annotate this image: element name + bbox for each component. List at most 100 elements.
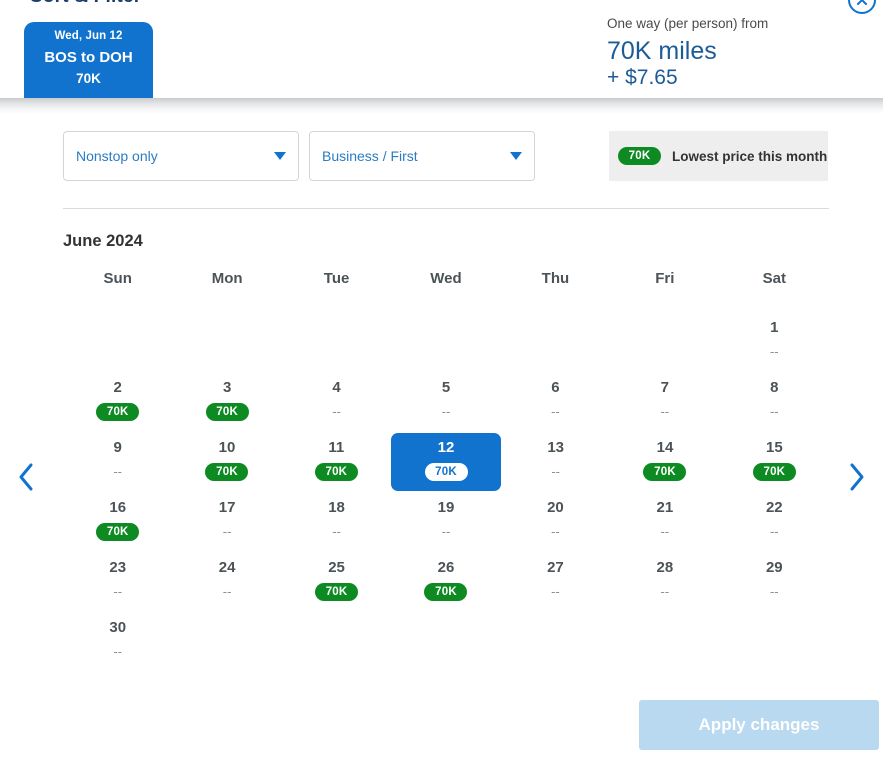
calendar-day-no-price: -- bbox=[113, 644, 123, 659]
calendar-day-number: 21 bbox=[656, 499, 674, 516]
calendar-day-number: 8 bbox=[770, 379, 779, 396]
calendar-day-cell[interactable]: 30 -- bbox=[63, 613, 172, 673]
calendar-day-number: 29 bbox=[765, 559, 783, 576]
calendar-weekday: Wed bbox=[430, 270, 462, 287]
price-summary: One way (per person) from 70K miles + $7… bbox=[607, 16, 768, 90]
calendar-week-row: 1 -- bbox=[63, 313, 829, 373]
flight-tab-price: 70K bbox=[76, 71, 101, 86]
calendar-day-no-price: -- bbox=[660, 524, 670, 539]
filter-divider bbox=[63, 208, 829, 209]
calendar-day-cell[interactable]: 5 -- bbox=[391, 373, 500, 433]
calendar-day-cell[interactable]: 8 -- bbox=[720, 373, 829, 433]
calendar-day-cell[interactable]: 29 -- bbox=[720, 553, 829, 613]
calendar-day-cell[interactable]: 27 -- bbox=[501, 553, 610, 613]
calendar-day-cell[interactable]: 26 70K bbox=[391, 553, 500, 613]
calendar-day-number: 27 bbox=[547, 559, 564, 576]
close-circle-icon bbox=[855, 0, 869, 7]
calendar-week-row: 16 70K 17 -- 18 -- 19 -- 20 -- 21 -- 22 -- bbox=[63, 493, 829, 553]
calendar-day-cell[interactable]: 28 -- bbox=[610, 553, 719, 613]
calendar-day-cell[interactable]: 17 -- bbox=[172, 493, 281, 553]
calendar-day-cell[interactable]: 11 70K bbox=[282, 433, 391, 493]
calendar-day-cell[interactable]: 13 -- bbox=[501, 433, 610, 493]
apply-changes-button[interactable]: Apply changes bbox=[639, 700, 879, 750]
calendar-day-number: 20 bbox=[547, 499, 564, 516]
price-cash: + $7.65 bbox=[607, 66, 678, 89]
calendar-day-cell[interactable]: 10 70K bbox=[172, 433, 281, 493]
price-miles: 70K miles bbox=[607, 37, 717, 65]
calendar-day-number: 9 bbox=[113, 439, 122, 456]
calendar-day-number: 18 bbox=[328, 499, 345, 516]
stops-filter-label: Nonstop only bbox=[76, 148, 158, 164]
calendar-day-cell[interactable]: 15 70K bbox=[720, 433, 829, 493]
calendar-day-number: 14 bbox=[656, 439, 674, 456]
stops-filter-dropdown[interactable]: Nonstop only bbox=[63, 131, 299, 181]
header-shadow bbox=[0, 98, 883, 114]
calendar-week-row: 2 70K 3 70K 4 -- 5 -- 6 -- 7 -- 8 -- bbox=[63, 373, 829, 433]
calendar-day-cell[interactable]: 22 -- bbox=[720, 493, 829, 553]
calendar-day-cell[interactable]: 20 -- bbox=[501, 493, 610, 553]
calendar-day-number: 11 bbox=[328, 439, 345, 456]
calendar-day-price-badge: 70K bbox=[315, 583, 359, 601]
calendar-day-cell[interactable]: 3 70K bbox=[172, 373, 281, 433]
calendar-day-number: 15 bbox=[765, 439, 783, 456]
calendar-day-no-price: -- bbox=[222, 524, 232, 539]
calendar-day-number: 3 bbox=[222, 379, 232, 396]
calendar-day-no-price: -- bbox=[332, 524, 341, 539]
award-calendar-dialog: Sort & Filter Wed, Jun 12 BOS to DOH 70K… bbox=[0, 0, 883, 762]
calendar-day-no-price: -- bbox=[551, 404, 560, 419]
calendar-day-cell[interactable]: 6 -- bbox=[501, 373, 610, 433]
calendar-day-number: 30 bbox=[109, 619, 127, 636]
calendar-day-number: 2 bbox=[113, 379, 122, 396]
flight-tab-route: BOS to DOH bbox=[44, 49, 133, 66]
calendar-day-cell[interactable]: 14 70K bbox=[610, 433, 719, 493]
calendar-day-no-price: -- bbox=[660, 404, 670, 419]
calendar-day-no-price: -- bbox=[332, 404, 341, 419]
calendar-weekday: Mon bbox=[211, 270, 243, 287]
calendar-weekday: Tue bbox=[323, 270, 350, 287]
calendar-day-number: 16 bbox=[109, 499, 127, 516]
calendar-day-cell[interactable]: 2 70K bbox=[63, 373, 172, 433]
calendar-day-cell[interactable]: 12 70K bbox=[391, 433, 501, 491]
calendar-day-price-badge: 70K bbox=[643, 463, 687, 481]
calendar-day-cell[interactable]: 18 -- bbox=[282, 493, 391, 553]
close-button[interactable] bbox=[848, 0, 876, 14]
cabin-filter-dropdown[interactable]: Business / First bbox=[309, 131, 535, 181]
calendar-week-row: 9 -- 10 70K 11 70K 12 70K 13 -- 14 70K 15 70K bbox=[63, 433, 829, 493]
calendar-day-no-price: -- bbox=[769, 404, 779, 419]
calendar-day-no-price: -- bbox=[113, 464, 122, 479]
calendar-day-cell[interactable]: 7 -- bbox=[610, 373, 719, 433]
calendar-day-no-price: -- bbox=[660, 584, 670, 599]
cabin-filter-label: Business / First bbox=[322, 148, 418, 164]
calendar-week-row: 23 -- 24 -- 25 70K 26 70K 27 -- 28 -- 29 -- bbox=[63, 553, 829, 613]
calendar-weekday: Fri bbox=[655, 270, 675, 287]
calendar-day-price-badge: 70K bbox=[314, 463, 358, 481]
calendar-day-cell[interactable]: 25 70K bbox=[282, 553, 391, 613]
next-month-button[interactable] bbox=[839, 455, 875, 499]
calendar-day-cell[interactable]: 9 -- bbox=[63, 433, 172, 493]
calendar-day-number: 13 bbox=[547, 439, 564, 456]
calendar-day-cell[interactable]: 19 -- bbox=[391, 493, 500, 553]
calendar-day-cell[interactable]: 23 -- bbox=[63, 553, 172, 613]
calendar-day-number: 6 bbox=[551, 379, 560, 396]
calendar-day-cell[interactable]: 24 -- bbox=[172, 553, 281, 613]
calendar-day-number: 4 bbox=[332, 379, 341, 396]
calendar-day-no-price: -- bbox=[222, 584, 232, 599]
dialog-header: Sort & Filter Wed, Jun 12 BOS to DOH 70K… bbox=[0, 0, 883, 98]
calendar-day-no-price: -- bbox=[551, 464, 560, 479]
previous-month-button[interactable] bbox=[8, 455, 44, 499]
calendar-day-cell[interactable]: 4 -- bbox=[282, 373, 391, 433]
calendar-day-number: 23 bbox=[109, 559, 127, 576]
lowest-price-legend: 70K Lowest price this month bbox=[609, 131, 828, 181]
calendar-day-number: 1 bbox=[770, 319, 779, 336]
calendar-day-cell[interactable]: 21 -- bbox=[610, 493, 719, 553]
chevron-left-icon bbox=[17, 462, 35, 492]
calendar-day-no-price: -- bbox=[113, 584, 123, 599]
chevron-down-icon bbox=[274, 152, 286, 160]
flight-tab-date: Wed, Jun 12 bbox=[54, 30, 123, 42]
calendar-day-cell[interactable]: 1 -- bbox=[720, 313, 829, 373]
calendar-day-no-price: -- bbox=[769, 524, 779, 539]
flight-segment-tab[interactable]: Wed, Jun 12 BOS to DOH 70K bbox=[24, 22, 153, 98]
calendar-day-cell[interactable]: 16 70K bbox=[63, 493, 172, 553]
page-title: Sort & Filter bbox=[30, 0, 141, 8]
calendar-day-price-badge: 70K bbox=[424, 463, 468, 481]
